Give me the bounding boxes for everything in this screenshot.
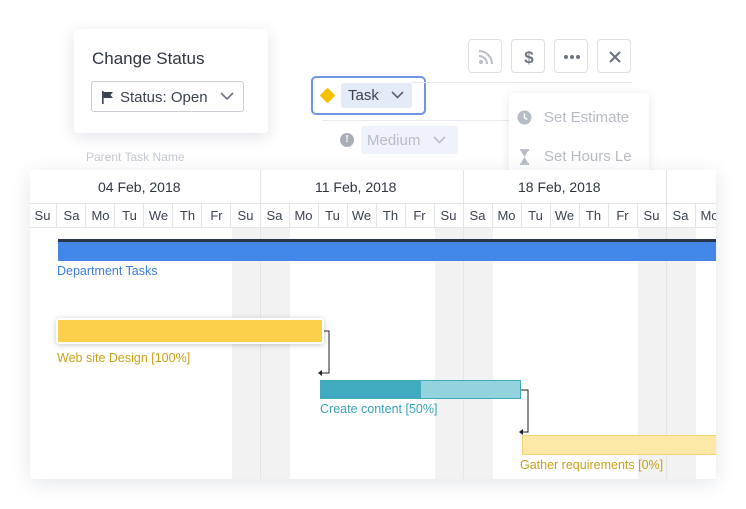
menu-item-label: Set Estimate (544, 109, 630, 126)
menu-item-label: Set Hours Le (544, 148, 632, 165)
svg-text:$: $ (524, 48, 534, 66)
dependency-links (318, 330, 529, 435)
status-select[interactable]: Status: Open (91, 81, 244, 112)
dependency-link (521, 389, 529, 433)
alert-icon (340, 133, 354, 147)
cost-button[interactable]: $ (511, 39, 545, 73)
dependency-link (321, 330, 330, 374)
rss-icon (478, 50, 493, 65)
task-type-pill[interactable]: Task (341, 83, 412, 108)
status-select-value: Status: Open (120, 89, 208, 106)
more-button[interactable] (554, 39, 588, 73)
more-icon (564, 55, 580, 59)
priority-dropdown[interactable]: Medium (361, 126, 458, 154)
divider (322, 120, 512, 121)
dependency-arrow (318, 370, 322, 376)
chevron-down-icon (220, 92, 234, 101)
task-type-dropdown[interactable]: Task (311, 76, 426, 115)
gantt-chart: 04 Feb, 2018 11 Feb, 2018 18 Feb, 2018 S… (30, 170, 716, 479)
hourglass-icon (520, 149, 529, 165)
chevron-down-icon (433, 136, 446, 144)
rss-button[interactable] (468, 39, 502, 73)
dependency-arrow (519, 429, 523, 435)
divider (412, 82, 632, 83)
task-diamond-icon (319, 87, 336, 104)
close-icon (609, 51, 621, 63)
priority-value: Medium (367, 132, 421, 149)
change-status-title: Change Status (92, 49, 205, 68)
parent-task-name-placeholder[interactable]: Parent Task Name (86, 150, 185, 164)
chevron-down-icon (391, 91, 404, 99)
flag-icon (102, 91, 113, 104)
close-button[interactable] (597, 39, 631, 73)
change-status-card: Change Status Status: Open (74, 29, 268, 133)
dollar-icon: $ (524, 48, 534, 66)
task-type-value: Task (348, 87, 379, 104)
clock-icon (517, 110, 532, 125)
